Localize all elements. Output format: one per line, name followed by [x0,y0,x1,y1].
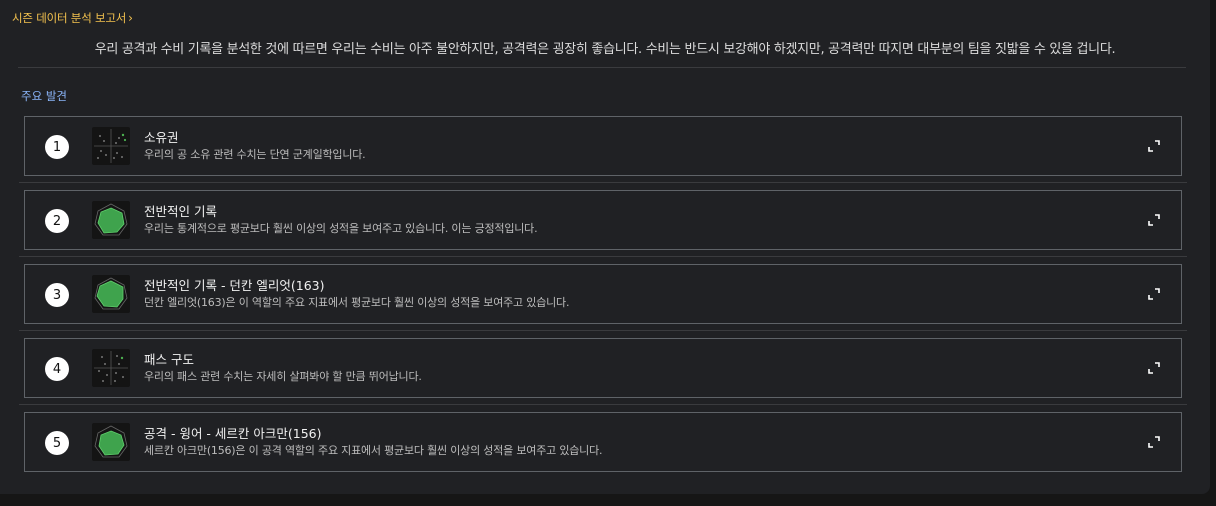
radar-chart-icon [92,201,130,239]
finding-card[interactable]: 3 전반적인 기록 - 던칸 엘리엇(163) 던칸 엘리엇(163)은 이 역… [19,264,1187,331]
breadcrumb-label: 시즌 데이터 분석 보고서 [12,11,127,25]
report-summary: 우리 공격과 수비 기록을 분석한 것에 따르면 우리는 수비는 아주 불안하지… [94,42,1116,57]
expand-icon[interactable] [1147,213,1161,227]
finding-title: 공격 - 윙어 - 세르칸 아크만(156) [144,426,322,441]
finding-card[interactable]: 4 패스 구도 우리의 패스 관련 수치는 자세히 살펴봐야 할 만큼 뛰어납니… [19,338,1187,405]
finding-description: 세르칸 아크만(156)은 이 공격 역할의 주요 지표에서 평균보다 훨씬 이… [144,444,603,457]
section-title: 주요 발견 [21,89,67,103]
expand-icon[interactable] [1147,287,1161,301]
finding-number: 3 [45,283,69,307]
breadcrumb[interactable]: 시즌 데이터 분석 보고서 › [12,10,133,26]
finding-description: 우리의 패스 관련 수치는 자세히 살펴봐야 할 만큼 뛰어납니다. [144,370,422,383]
finding-description: 던칸 엘리엇(163)은 이 역할의 주요 지표에서 평균보다 훨씬 이상의 성… [144,296,570,309]
expand-icon[interactable] [1147,361,1161,375]
findings-list: 1 소유권 우리의 공 소유 관련 수치는 단연 군계일학입니다. 2 전반적인… [19,116,1187,486]
finding-number: 1 [45,135,69,159]
finding-description: 우리는 통계적으로 평균보다 훨씬 이상의 성적을 보여주고 있습니다. 이는 … [144,222,538,235]
expand-icon[interactable] [1147,435,1161,449]
scatter-plot-icon [92,349,130,387]
scatter-plot-icon [92,127,130,165]
finding-card[interactable]: 2 전반적인 기록 우리는 통계적으로 평균보다 훨씬 이상의 성적을 보여주고… [19,190,1187,257]
finding-number: 5 [45,431,69,455]
finding-description: 우리의 공 소유 관련 수치는 단연 군계일학입니다. [144,148,366,161]
finding-card[interactable]: 1 소유권 우리의 공 소유 관련 수치는 단연 군계일학입니다. [19,116,1187,183]
finding-title: 소유권 [144,130,179,145]
finding-title: 패스 구도 [144,352,194,367]
finding-title: 전반적인 기록 [144,204,217,219]
expand-icon[interactable] [1147,139,1161,153]
finding-number: 2 [45,209,69,233]
chevron-right-icon: › [128,11,133,25]
finding-title: 전반적인 기록 - 던칸 엘리엇(163) [144,278,325,293]
radar-chart-icon [92,275,130,313]
finding-card[interactable]: 5 공격 - 윙어 - 세르칸 아크만(156) 세르칸 아크만(156)은 이… [24,412,1182,472]
divider [18,67,1186,68]
radar-chart-icon [92,423,130,461]
report-panel: 시즌 데이터 분석 보고서 › 우리 공격과 수비 기록을 분석한 것에 따르면… [0,0,1210,494]
finding-number: 4 [45,357,69,381]
